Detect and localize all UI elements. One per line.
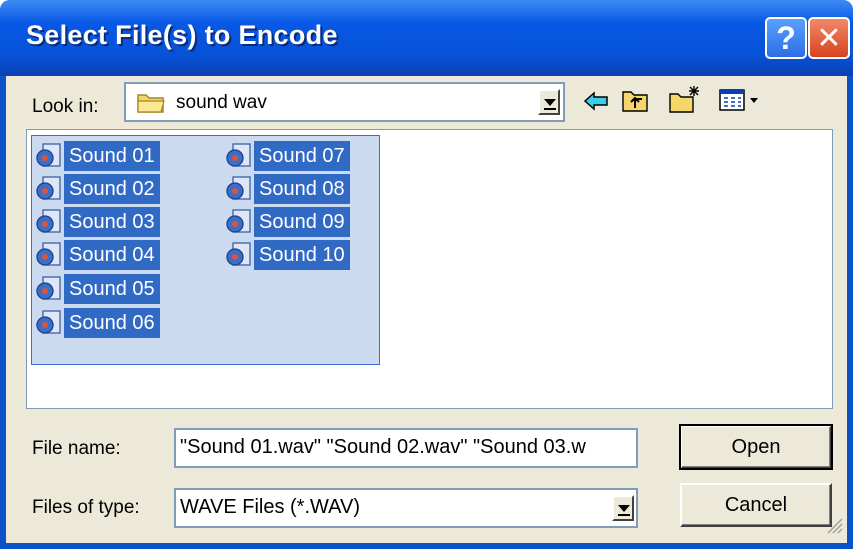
audio-file-icon [34, 240, 64, 270]
filename-input[interactable]: "Sound 01.wav" "Sound 02.wav" "Sound 03.… [174, 428, 638, 468]
audio-file-icon [34, 274, 64, 304]
back-arrow-icon[interactable] [582, 88, 610, 119]
file-item-label: Sound 01 [64, 141, 160, 171]
folder-icon [136, 89, 166, 120]
help-button[interactable]: ? [765, 17, 807, 59]
file-item[interactable]: Sound 04 [34, 240, 160, 270]
audio-file-icon [34, 141, 64, 171]
new-folder-icon[interactable] [668, 84, 702, 119]
dialog-window: Select File(s) to Encode ? ✕ Look in: so… [0, 0, 853, 549]
file-item-label: Sound 03 [64, 207, 160, 237]
lookin-value: sound wav [176, 92, 267, 113]
file-item[interactable]: Sound 01 [34, 141, 160, 171]
file-item-label: Sound 05 [64, 274, 160, 304]
audio-file-icon [224, 207, 254, 237]
filename-label: File name: [32, 438, 121, 459]
view-menu-icon[interactable] [718, 86, 766, 119]
file-item[interactable]: Sound 06 [34, 308, 160, 338]
file-item-label: Sound 06 [64, 308, 160, 338]
file-item[interactable]: Sound 05 [34, 274, 160, 304]
close-button[interactable]: ✕ [808, 17, 850, 59]
file-item-label: Sound 04 [64, 240, 160, 270]
file-item-label: Sound 07 [254, 141, 350, 171]
filetype-dropdown-arrow[interactable] [612, 495, 634, 521]
lookin-label: Look in: [32, 96, 99, 117]
filetype-select[interactable]: WAVE Files (*.WAV) [174, 488, 638, 528]
audio-file-icon [224, 240, 254, 270]
filetype-label: Files of type: [32, 497, 140, 518]
file-item[interactable]: Sound 03 [34, 207, 160, 237]
file-item-label: Sound 09 [254, 207, 350, 237]
file-item-label: Sound 10 [254, 240, 350, 270]
file-item[interactable]: Sound 08 [224, 174, 350, 204]
up-folder-icon[interactable] [620, 86, 650, 119]
audio-file-icon [224, 141, 254, 171]
audio-file-icon [34, 174, 64, 204]
file-item[interactable]: Sound 02 [34, 174, 160, 204]
audio-file-icon [34, 207, 64, 237]
resize-grip-icon[interactable] [825, 516, 843, 539]
close-icon: ✕ [816, 21, 842, 55]
file-item[interactable]: Sound 09 [224, 207, 350, 237]
title-bar[interactable]: Select File(s) to Encode ? ✕ [0, 0, 853, 76]
file-item-label: Sound 08 [254, 174, 350, 204]
audio-file-icon [224, 174, 254, 204]
open-button[interactable]: Open [679, 424, 833, 470]
file-item[interactable]: Sound 07 [224, 141, 350, 171]
audio-file-icon [34, 308, 64, 338]
cancel-button[interactable]: Cancel [680, 483, 832, 527]
dialog-title: Select File(s) to Encode [26, 20, 338, 50]
file-item[interactable]: Sound 10 [224, 240, 350, 270]
file-item-label: Sound 02 [64, 174, 160, 204]
lookin-dropdown-arrow[interactable] [538, 89, 560, 115]
